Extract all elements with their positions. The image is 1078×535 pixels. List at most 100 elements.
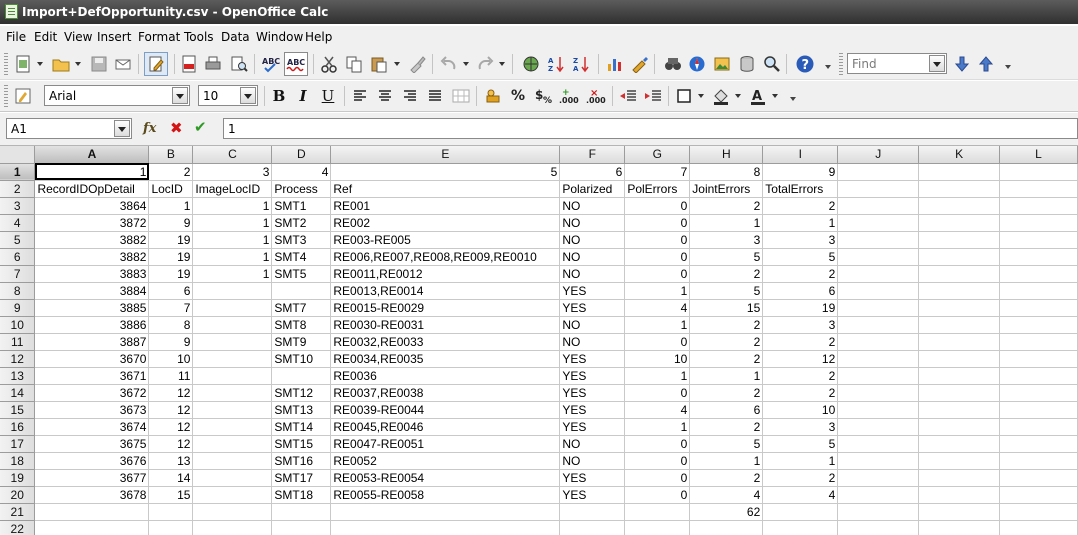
- cell-k18[interactable]: [918, 452, 1001, 470]
- cell-l21[interactable]: [999, 503, 1078, 521]
- cell-k6[interactable]: [918, 248, 1001, 266]
- cell-b4[interactable]: 9: [148, 214, 194, 232]
- cell-g2[interactable]: PolErrors: [624, 180, 691, 198]
- cell-a3[interactable]: 3864: [34, 197, 150, 215]
- find-replace-icon[interactable]: [662, 53, 684, 75]
- cell-k13[interactable]: [918, 367, 1001, 385]
- column-header-d[interactable]: D: [271, 146, 332, 164]
- cell-h20[interactable]: 4: [689, 486, 764, 504]
- cell-b13[interactable]: 11: [148, 367, 194, 385]
- cell-e13[interactable]: RE0036: [330, 367, 561, 385]
- name-box[interactable]: A1: [6, 118, 132, 139]
- function-wizard-icon[interactable]: fx: [143, 121, 156, 136]
- cell-h2[interactable]: JointErrors: [689, 180, 764, 198]
- cell-c10[interactable]: [192, 316, 273, 334]
- bold-button[interactable]: B: [268, 85, 290, 107]
- cell-k11[interactable]: [918, 333, 1001, 351]
- cell-h13[interactable]: 1: [689, 367, 764, 385]
- cell-c13[interactable]: [192, 367, 273, 385]
- cell-e4[interactable]: RE002: [330, 214, 561, 232]
- cell-k12[interactable]: [918, 350, 1001, 368]
- cell-h6[interactable]: 5: [689, 248, 764, 266]
- cell-k21[interactable]: [918, 503, 1001, 521]
- cell-j13[interactable]: [837, 367, 920, 385]
- cell-j7[interactable]: [837, 265, 920, 283]
- cell-a12[interactable]: 3670: [34, 350, 150, 368]
- clone-formatting-icon[interactable]: [406, 53, 428, 75]
- undo-icon[interactable]: [438, 53, 460, 75]
- row-header-12[interactable]: 12: [0, 350, 36, 368]
- cell-b3[interactable]: 1: [148, 197, 194, 215]
- row-header-9[interactable]: 9: [0, 299, 36, 317]
- cell-i3[interactable]: 2: [762, 197, 839, 215]
- row-header-5[interactable]: 5: [0, 231, 36, 249]
- cell-b10[interactable]: 8: [148, 316, 194, 334]
- cell-i22[interactable]: [762, 520, 839, 535]
- percent-format-button[interactable]: %: [507, 85, 529, 107]
- cell-f10[interactable]: NO: [559, 316, 626, 334]
- cell-e8[interactable]: RE0013,RE0014: [330, 282, 561, 300]
- row-header-14[interactable]: 14: [0, 384, 36, 402]
- cell-f1[interactable]: 6: [559, 163, 626, 181]
- currency-format-icon[interactable]: [482, 85, 504, 107]
- cell-b1[interactable]: 2: [148, 163, 194, 181]
- navigator-icon[interactable]: [686, 53, 708, 75]
- sort-descending-icon[interactable]: ZA: [570, 53, 592, 75]
- gallery-icon[interactable]: [711, 53, 733, 75]
- cell-a7[interactable]: 3883: [34, 265, 150, 283]
- align-right-icon[interactable]: [399, 85, 421, 107]
- column-header-e[interactable]: E: [330, 146, 561, 164]
- cell-f7[interactable]: NO: [559, 265, 626, 283]
- cell-b6[interactable]: 19: [148, 248, 194, 266]
- export-pdf-icon[interactable]: [178, 53, 200, 75]
- cell-k8[interactable]: [918, 282, 1001, 300]
- cell-g8[interactable]: 1: [624, 282, 691, 300]
- cell-i5[interactable]: 3: [762, 231, 839, 249]
- row-header-21[interactable]: 21: [0, 503, 36, 521]
- menu-file[interactable]: File: [6, 30, 26, 44]
- cell-g17[interactable]: 0: [624, 435, 691, 453]
- cell-c5[interactable]: 1: [192, 231, 273, 249]
- cell-i4[interactable]: 1: [762, 214, 839, 232]
- cell-h16[interactable]: 2: [689, 418, 764, 436]
- row-header-7[interactable]: 7: [0, 265, 36, 283]
- sort-ascending-icon[interactable]: AZ: [545, 53, 567, 75]
- row-header-4[interactable]: 4: [0, 214, 36, 232]
- cell-l17[interactable]: [999, 435, 1078, 453]
- cell-k7[interactable]: [918, 265, 1001, 283]
- cell-b20[interactable]: 15: [148, 486, 194, 504]
- cell-j6[interactable]: [837, 248, 920, 266]
- cell-e1[interactable]: 5: [330, 163, 561, 181]
- save-icon[interactable]: [88, 53, 110, 75]
- insert-chart-icon[interactable]: [604, 53, 626, 75]
- merge-cells-icon[interactable]: [450, 85, 472, 107]
- hyperlink-icon[interactable]: [520, 53, 542, 75]
- cell-h18[interactable]: 1: [689, 452, 764, 470]
- cell-a22[interactable]: [34, 520, 150, 535]
- cell-e15[interactable]: RE0039-RE0044: [330, 401, 561, 419]
- cell-c9[interactable]: [192, 299, 273, 317]
- cell-a5[interactable]: 3882: [34, 231, 150, 249]
- column-header-c[interactable]: C: [192, 146, 273, 164]
- cell-i20[interactable]: 4: [762, 486, 839, 504]
- cell-l1[interactable]: [999, 163, 1078, 181]
- cell-c21[interactable]: [192, 503, 273, 521]
- cell-g3[interactable]: 0: [624, 197, 691, 215]
- cell-l2[interactable]: [999, 180, 1078, 198]
- menu-data[interactable]: Data: [221, 30, 250, 44]
- cell-i11[interactable]: 2: [762, 333, 839, 351]
- spellcheck-icon[interactable]: ABC: [260, 53, 282, 75]
- cell-j18[interactable]: [837, 452, 920, 470]
- cell-c4[interactable]: 1: [192, 214, 273, 232]
- cell-l5[interactable]: [999, 231, 1078, 249]
- accept-icon[interactable]: ✔: [194, 118, 207, 136]
- cell-i18[interactable]: 1: [762, 452, 839, 470]
- toolbar-grip[interactable]: [4, 53, 8, 75]
- toolbar-overflow-icon[interactable]: [824, 62, 834, 74]
- cell-c6[interactable]: 1: [192, 248, 273, 266]
- cell-g13[interactable]: 1: [624, 367, 691, 385]
- cell-f8[interactable]: YES: [559, 282, 626, 300]
- menu-edit[interactable]: Edit: [34, 30, 57, 44]
- autospellcheck-icon[interactable]: ABC: [284, 52, 308, 76]
- column-header-k[interactable]: K: [918, 146, 1001, 164]
